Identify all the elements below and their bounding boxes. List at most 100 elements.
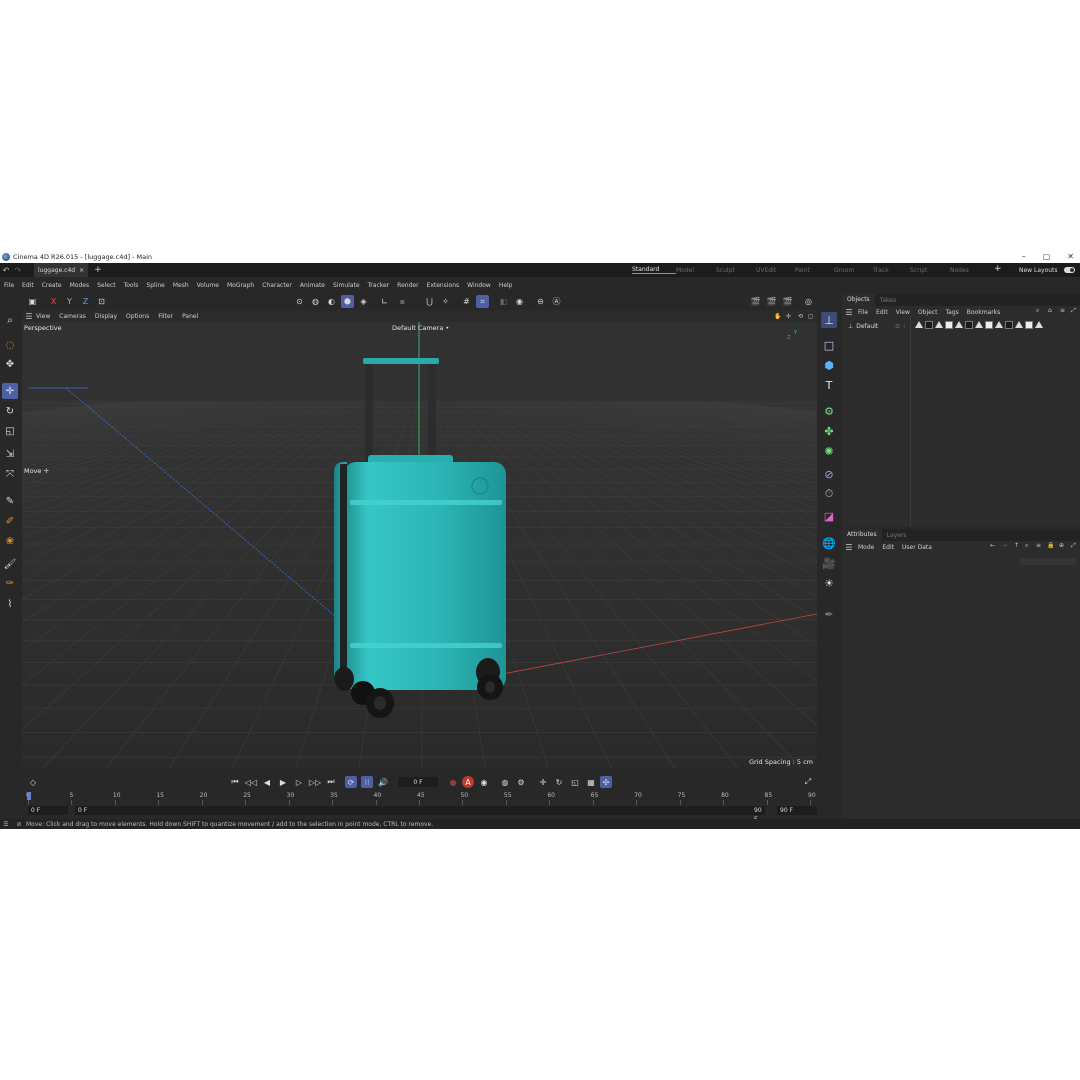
3d-viewport[interactable]: Perspective Default Camera • Move ✛ Grid… bbox=[22, 322, 817, 768]
light-object-icon[interactable]: ☀ bbox=[821, 575, 837, 591]
transform-tool-icon[interactable]: ⇲ bbox=[2, 446, 18, 462]
status-menu-icon[interactable]: ☰ bbox=[0, 821, 12, 828]
objects-filter-icon[interactable]: ≡ bbox=[1060, 307, 1065, 314]
menu-edit[interactable]: Edit bbox=[22, 282, 34, 289]
snap-icon[interactable]: ⋃ bbox=[423, 295, 436, 308]
key-scale-icon[interactable]: ◱ bbox=[569, 776, 581, 788]
document-tab-close-icon[interactable]: × bbox=[79, 267, 84, 274]
cloner-icon[interactable]: ✤ bbox=[821, 423, 837, 439]
menu-window[interactable]: Window bbox=[467, 282, 491, 289]
attributes-search-icon[interactable]: ⌕ bbox=[1025, 542, 1028, 550]
viewport-rotate-icon[interactable]: ⟲ bbox=[798, 313, 803, 320]
spline-tools-icon[interactable]: ✐ bbox=[2, 513, 18, 529]
layout-tab-script[interactable]: Script bbox=[910, 267, 950, 274]
render-settings-icon[interactable]: 🎬 bbox=[781, 295, 794, 308]
key-rotation-icon[interactable]: ↻ bbox=[553, 776, 565, 788]
layout-tab-sculpt[interactable]: Sculpt bbox=[716, 267, 756, 274]
objects-menu-file[interactable]: File bbox=[858, 309, 868, 316]
lock-x-axis-button[interactable]: X bbox=[47, 295, 60, 308]
lock-z-axis-button[interactable]: Z bbox=[79, 295, 92, 308]
objects-menu-view[interactable]: View bbox=[896, 309, 910, 316]
menu-animate[interactable]: Animate bbox=[300, 282, 325, 289]
menu-character[interactable]: Character bbox=[262, 282, 292, 289]
autokey-icon[interactable]: A bbox=[462, 776, 474, 788]
grid-snap-icon[interactable]: # bbox=[460, 295, 473, 308]
model-mode-icon[interactable]: ▣ bbox=[26, 295, 39, 308]
render-picture-viewer-icon[interactable]: 🎬 bbox=[765, 295, 778, 308]
effector-icon[interactable]: ⏱ bbox=[821, 486, 837, 502]
spline-sketch-icon[interactable]: ❀ bbox=[2, 533, 18, 549]
layout-tab-paint[interactable]: Paint bbox=[795, 267, 834, 274]
attributes-menu-icon[interactable]: ☰ bbox=[842, 543, 856, 552]
points-mode-icon[interactable]: ⊙ bbox=[293, 295, 306, 308]
material-tag-icon[interactable] bbox=[1015, 321, 1023, 328]
objects-menu-object[interactable]: Object bbox=[918, 309, 938, 316]
range-slider[interactable]: 0 F bbox=[75, 806, 765, 815]
attributes-menu-mode[interactable]: Mode bbox=[858, 544, 874, 551]
field-object-icon[interactable]: ⊘ bbox=[821, 466, 837, 482]
deformer-icon[interactable]: ✺ bbox=[821, 443, 837, 459]
key-mode-icon[interactable]: ◍ bbox=[499, 776, 511, 788]
material-tag-icon[interactable] bbox=[945, 321, 953, 329]
generator-icon[interactable]: ⚙ bbox=[821, 403, 837, 419]
viewport-menu-cameras[interactable]: Cameras bbox=[59, 313, 86, 320]
attributes-forward-icon[interactable]: → bbox=[1002, 542, 1007, 549]
next-key-icon[interactable]: ▷▷ bbox=[309, 776, 321, 788]
viewport-menu-options[interactable]: Options bbox=[126, 313, 149, 320]
selection-tools-icon[interactable]: ✥ bbox=[2, 356, 18, 372]
attributes-new-icon[interactable]: ⊕ bbox=[1059, 542, 1064, 549]
play-icon[interactable]: ▶ bbox=[277, 776, 289, 788]
text-object-icon[interactable]: T bbox=[821, 377, 837, 393]
menu-volume[interactable]: Volume bbox=[197, 282, 219, 289]
menu-create[interactable]: Create bbox=[42, 282, 62, 289]
tab-takes[interactable]: Takes bbox=[875, 297, 901, 304]
layout-tab-uvedit[interactable]: UVEdit bbox=[756, 267, 795, 274]
mograph-effector-icon[interactable]: ◪ bbox=[821, 508, 837, 524]
model-object-mode-icon[interactable]: ⬢ bbox=[341, 295, 354, 308]
layout-tab-track[interactable]: Track bbox=[873, 267, 910, 274]
tab-attributes[interactable]: Attributes bbox=[842, 529, 882, 541]
objects-menu-bookmarks[interactable]: Bookmarks bbox=[967, 309, 1001, 316]
sculpt-tool-icon[interactable]: ✑ bbox=[2, 575, 18, 591]
objects-expand-icon[interactable]: ⤢ bbox=[1071, 307, 1076, 315]
document-tab[interactable]: luggage.c4d × bbox=[34, 263, 89, 277]
keyframe-icon[interactable]: ◇ bbox=[27, 776, 39, 788]
redshift-icon[interactable]: ◎ bbox=[802, 295, 815, 308]
lock-y-axis-button[interactable]: Y bbox=[63, 295, 76, 308]
texture-mode-icon[interactable]: ▪ bbox=[396, 295, 409, 308]
undo-icon[interactable]: ↶ bbox=[0, 266, 12, 275]
menu-extensions[interactable]: Extensions bbox=[427, 282, 460, 289]
viewport-menu-icon[interactable]: ☰ bbox=[22, 312, 36, 321]
polygons-mode-icon[interactable]: ◐ bbox=[325, 295, 338, 308]
auto-keying-icon[interactable]: Ⓐ bbox=[550, 295, 563, 308]
attributes-menu-user-data[interactable]: User Data bbox=[902, 544, 932, 551]
timeline-graph-icon[interactable]: ⤢ bbox=[802, 776, 814, 788]
cube-object-icon[interactable]: ⬢ bbox=[821, 357, 837, 373]
sound-icon[interactable]: 🔊 bbox=[377, 776, 389, 788]
viewport-pan-icon[interactable]: ✋ bbox=[774, 313, 781, 320]
placement-tool-icon[interactable]: ⤧ bbox=[2, 466, 18, 482]
material-tag-icon[interactable] bbox=[955, 321, 963, 328]
uv-mode-icon[interactable]: ◈ bbox=[357, 295, 370, 308]
viewport-menu-panel[interactable]: Panel bbox=[182, 313, 198, 320]
symmetry-icon[interactable]: ◧ bbox=[497, 295, 510, 308]
playhead-icon[interactable] bbox=[27, 792, 31, 800]
material-tag-icon[interactable] bbox=[995, 321, 1003, 328]
material-tag-icon[interactable] bbox=[1025, 321, 1033, 329]
menu-help[interactable]: Help bbox=[499, 282, 513, 289]
end-frame-field[interactable]: 90 F bbox=[777, 806, 817, 815]
attributes-menu-edit[interactable]: Edit bbox=[882, 544, 894, 551]
menu-render[interactable]: Render bbox=[397, 282, 418, 289]
tab-layers[interactable]: Layers bbox=[882, 532, 912, 539]
layout-tab-nodes[interactable]: Nodes bbox=[950, 267, 984, 274]
layout-tab-model[interactable]: Model bbox=[676, 267, 716, 274]
add-layout-button[interactable]: + bbox=[994, 264, 1002, 274]
material-tag-icon[interactable] bbox=[935, 321, 943, 328]
workplane-icon[interactable]: ⌗ bbox=[476, 295, 489, 308]
axis-mode-icon[interactable]: ∟ bbox=[378, 295, 391, 308]
objects-menu-edit[interactable]: Edit bbox=[876, 309, 888, 316]
menu-modes[interactable]: Modes bbox=[70, 282, 89, 289]
start-frame-field[interactable]: 0 F bbox=[28, 806, 68, 815]
objects-search-icon[interactable]: ⌕ bbox=[1036, 307, 1039, 315]
coordinate-system-icon[interactable]: ⊡ bbox=[95, 295, 108, 308]
